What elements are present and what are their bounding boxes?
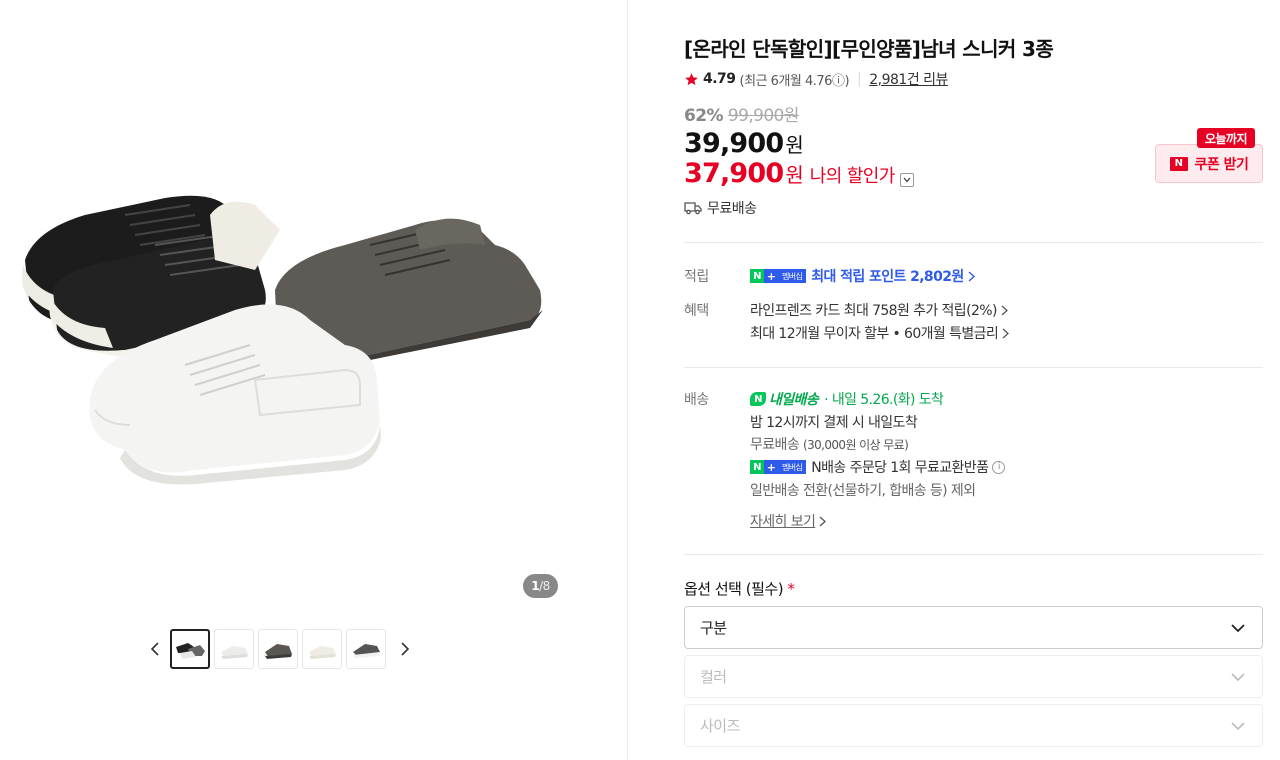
- sale-price-row: 39,900 원: [684, 128, 804, 159]
- option-select-type[interactable]: 구분: [684, 606, 1263, 649]
- free-shipping-label: 무료배송: [707, 201, 757, 217]
- my-price-unit: 원: [785, 163, 804, 187]
- thumb-next-button[interactable]: [390, 629, 420, 669]
- my-price-row: 37,900 원 나의 할인가: [684, 158, 914, 189]
- delivery-more-link[interactable]: 자세히 보기: [750, 511, 827, 531]
- original-price: 99,900원: [727, 106, 800, 126]
- divider-bar: |: [857, 71, 862, 87]
- image-page-indicator: 1/8: [523, 574, 558, 598]
- chevron-down-icon: [903, 177, 911, 183]
- section-divider: [684, 554, 1263, 555]
- main-product-image[interactable]: [15, 170, 555, 500]
- free-shipping-row: 무료배송: [684, 198, 757, 218]
- max-points-link[interactable]: 최대 적립 포인트 2,802원: [811, 266, 964, 286]
- coupon-label: 쿠폰 받기: [1194, 156, 1249, 173]
- benefit-installment-text: 최대 12개월 무이자 할부 • 60개월 특별금리: [750, 326, 999, 342]
- points-line[interactable]: N + 멤버십 최대 적립 포인트 2,802원: [750, 266, 975, 286]
- thumbnail-4[interactable]: [302, 629, 342, 669]
- section-divider: [684, 242, 1263, 243]
- product-gallery: 1/8: [0, 0, 628, 760]
- my-price: 37,900: [684, 158, 784, 189]
- product-info-panel: [온라인 단독할인][무인양품]남녀 스니커 3종 4.79 (최근 6개월 4…: [684, 0, 1264, 760]
- page-current: 1: [531, 579, 540, 593]
- nshipping-return-line: N + 멤버십 N배송 주문당 1회 무료교환반품 i: [750, 457, 1006, 477]
- npay-membership-badge: N + 멤버십: [750, 269, 807, 283]
- sale-price-unit: 원: [785, 133, 804, 157]
- benefit-line-card[interactable]: 라인프렌즈 카드 최대 758원 추가 적립(2%): [750, 300, 1008, 320]
- review-count-link[interactable]: 2,981건 리뷰: [869, 69, 948, 89]
- product-title: [온라인 단독할인][무인양품]남녀 스니커 3종: [684, 37, 1054, 61]
- delivery-exclusion-line: 일반배송 전환(선물하기, 합배송 등) 제외: [750, 483, 976, 499]
- chevron-down-icon: [1231, 673, 1245, 682]
- thumbnail-2[interactable]: [214, 629, 254, 669]
- thumbnail-5[interactable]: [346, 629, 386, 669]
- npay-membership-badge: N + 멤버십: [750, 460, 807, 474]
- thumbnail-1[interactable]: [170, 629, 210, 669]
- option-select-color[interactable]: 컬러: [684, 655, 1263, 698]
- option-title: 옵션 선택 (필수) *: [684, 580, 795, 598]
- coupon-button[interactable]: N 쿠폰 받기: [1155, 144, 1263, 183]
- truck-icon: [684, 202, 702, 215]
- thumbnail-3[interactable]: [258, 629, 298, 669]
- rating-recent[interactable]: (최근 6개월 4.76ⓘ): [740, 70, 850, 89]
- delivery-label: 배송: [684, 392, 709, 408]
- benefit-card-text: 라인프렌즈 카드 최대 758원 추가 적립(2%): [750, 303, 997, 319]
- coupon-area: N 쿠폰 받기 오늘까지: [1155, 128, 1263, 183]
- naver-logo-icon: N: [1169, 156, 1188, 171]
- chevron-right-icon: [968, 270, 975, 282]
- discount-rate: 62%: [684, 106, 723, 126]
- chevron-right-icon: [401, 642, 410, 656]
- discount-row: 62% 99,900원: [684, 101, 799, 126]
- points-label: 적립: [684, 269, 709, 285]
- cream-sneaker-illustration: [210, 201, 280, 270]
- sale-price: 39,900: [684, 128, 784, 159]
- chevron-down-icon: [1231, 722, 1245, 731]
- option-select-size[interactable]: 사이즈: [684, 704, 1263, 747]
- rating-score: 4.79: [703, 71, 736, 87]
- rating-row: 4.79 (최근 6개월 4.76ⓘ) | 2,981건 리뷰: [684, 69, 948, 89]
- benefits-label: 혜택: [684, 303, 709, 319]
- benefit-line-installment[interactable]: 최대 12개월 무이자 할부 • 60개월 특별금리: [750, 323, 1010, 343]
- tomorrow-delivery-badge: N 내일배송: [750, 389, 819, 409]
- tomorrow-delivery-date: · 내일 5.26.(화) 도착: [824, 392, 944, 408]
- chevron-left-icon: [150, 642, 159, 656]
- star-icon: [685, 72, 698, 85]
- my-price-toggle[interactable]: [899, 173, 914, 187]
- thumb-prev-button[interactable]: [140, 629, 170, 669]
- info-icon[interactable]: i: [992, 460, 1006, 474]
- chevron-right-icon: [1002, 328, 1010, 338]
- my-price-label[interactable]: 나의 할인가: [810, 162, 896, 188]
- delivery-cutoff-line: 밤 12시까지 결제 시 내일도착: [750, 415, 918, 431]
- chevron-right-icon: [819, 516, 827, 526]
- chevron-right-icon: [1001, 305, 1008, 315]
- tomorrow-delivery-line: N 내일배송 · 내일 5.26.(화) 도착: [750, 389, 944, 409]
- delivery-free-line: 무료배송 (30,000원 이상 무료): [750, 437, 909, 453]
- section-divider: [684, 367, 1263, 368]
- thumbnail-strip: [140, 629, 420, 669]
- chevron-down-icon: [1231, 624, 1245, 633]
- coupon-deadline-badge: 오늘까지: [1196, 128, 1255, 148]
- page-total: /8: [539, 579, 550, 593]
